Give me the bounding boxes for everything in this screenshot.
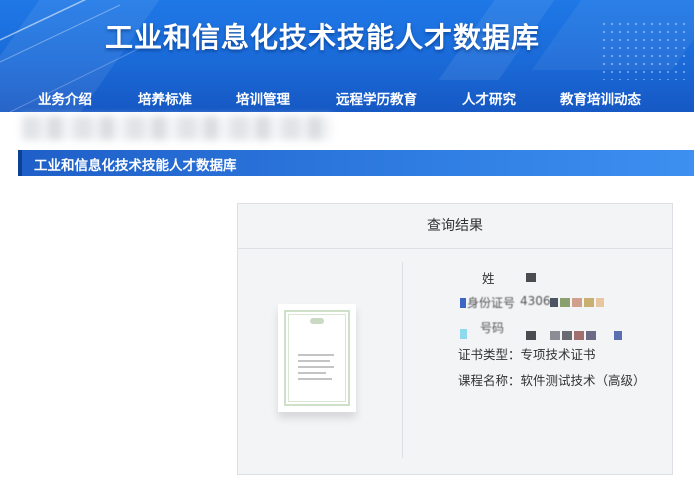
nav-item-remote-education[interactable]: 远程学历教育 xyxy=(336,88,417,108)
redacted-cert-number xyxy=(562,331,572,340)
panel-title: 查询结果 xyxy=(238,204,672,249)
main-nav: 业务介绍 培养标准 培训管理 远程学历教育 人才研究 教育培训动态 xyxy=(0,84,694,110)
name-label: 姓 xyxy=(482,271,495,286)
redacted-cert-number xyxy=(614,331,622,340)
course-name-row: 课程名称：软件测试技术（高级） xyxy=(458,370,646,389)
nav-item-business-intro[interactable]: 业务介绍 xyxy=(38,88,92,108)
nav-item-training-standard[interactable]: 培养标准 xyxy=(138,88,192,108)
redacted-cert-number xyxy=(586,331,596,340)
redacted-id xyxy=(572,298,582,307)
redacted-cert-number xyxy=(550,331,560,340)
nav-item-training-news[interactable]: 教育培训动态 xyxy=(560,88,641,108)
redacted-mark xyxy=(460,298,466,308)
id-number-prefix: 4306 xyxy=(520,294,551,308)
panel-divider xyxy=(402,262,403,458)
site-title: 工业和信息化技术技能人才数据库 xyxy=(105,21,541,54)
banner-dot-pattern xyxy=(600,20,690,80)
certificate-text-line xyxy=(298,372,326,374)
nav-item-training-management[interactable]: 培训管理 xyxy=(236,88,290,108)
certificate-text-line xyxy=(298,360,330,362)
redacted-id xyxy=(550,298,558,307)
section-title: 工业和信息化技术技能人才数据库 xyxy=(34,158,237,174)
redacted-id xyxy=(596,298,604,307)
redacted-cert-number xyxy=(526,331,536,340)
certificate-type-row: 证书类型：专项技术证书 xyxy=(458,344,596,363)
header-banner: 工业和信息化技术技能人才数据库 业务介绍 培养标准 培训管理 远程学历教育 人才… xyxy=(0,0,694,112)
certificate-number-label: 号码 xyxy=(480,321,505,335)
redacted-cert-number xyxy=(574,331,584,340)
certificate-text-line xyxy=(298,378,332,380)
redacted-mark xyxy=(460,329,467,339)
certificate-text-line xyxy=(298,354,334,356)
redacted-id xyxy=(560,298,570,307)
id-label: 身份证号 xyxy=(467,296,516,310)
blurred-breadcrumb xyxy=(22,116,332,140)
certificate-type-value: 专项技术证书 xyxy=(520,347,596,362)
certificate-text-line xyxy=(298,366,334,368)
redacted-name xyxy=(526,273,536,282)
nav-item-talent-research[interactable]: 人才研究 xyxy=(462,88,516,108)
course-name-value: 软件测试技术（高级） xyxy=(520,373,646,388)
certificate-thumbnail[interactable] xyxy=(278,304,356,412)
section-title-bar: 工业和信息化技术技能人才数据库 xyxy=(18,150,694,176)
certificate-type-label: 证书类型： xyxy=(458,347,521,362)
certificate-inner-border xyxy=(288,314,346,402)
query-result-panel: 查询结果 姓 身份证号 4306 号码 证书类型：专项技术证书 课程名称：软件测… xyxy=(237,203,673,475)
certificate-emblem-icon xyxy=(310,318,324,324)
redacted-id xyxy=(584,298,594,307)
course-name-label: 课程名称： xyxy=(458,373,521,388)
